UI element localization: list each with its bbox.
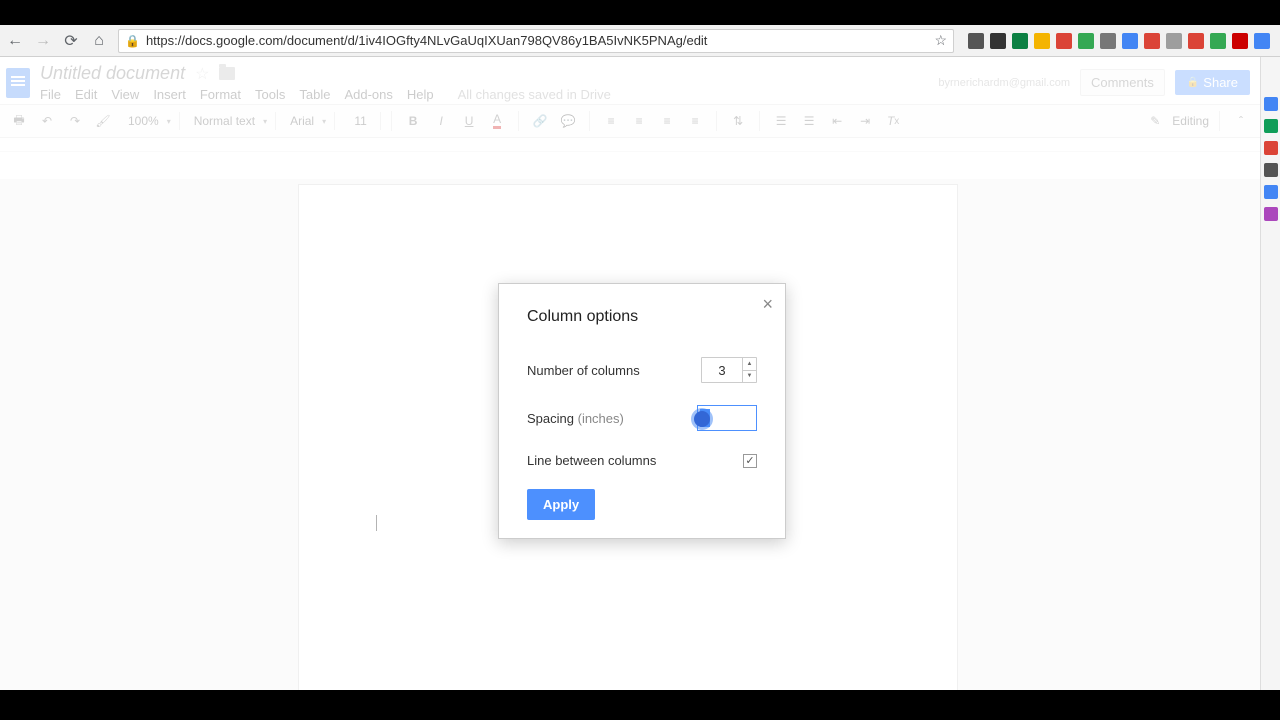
sidepanel-icon-5[interactable]: [1264, 207, 1278, 221]
extension-icon-13[interactable]: [1254, 33, 1270, 49]
spacing-input[interactable]: [697, 405, 757, 431]
extension-icon-12[interactable]: [1232, 33, 1248, 49]
menu-format[interactable]: Format: [200, 87, 241, 102]
stepper-up-icon[interactable]: ▲: [743, 358, 756, 371]
bold-icon[interactable]: B: [402, 110, 424, 132]
indent-icon[interactable]: ⇥: [854, 110, 876, 132]
folder-icon[interactable]: [219, 67, 235, 80]
bookmark-star-icon[interactable]: ☆: [934, 32, 947, 49]
line-between-checkbox[interactable]: ✓: [743, 454, 757, 468]
line-between-label: Line between columns: [527, 453, 656, 468]
text-cursor: [376, 515, 377, 531]
line-spacing-icon[interactable]: ⇅: [727, 110, 749, 132]
paint-format-icon[interactable]: 🖌: [92, 110, 114, 132]
spacing-label: Spacing (inches): [527, 411, 624, 426]
user-email: byrnerichardm@gmail.com: [938, 77, 1070, 89]
forward-button[interactable]: →: [34, 32, 52, 50]
outdent-icon[interactable]: ⇤: [826, 110, 848, 132]
star-icon[interactable]: ☆: [195, 64, 209, 84]
extension-icon-9[interactable]: [1166, 33, 1182, 49]
zoom-select[interactable]: 100%: [120, 112, 180, 130]
num-columns-label: Number of columns: [527, 363, 640, 378]
menu-file[interactable]: File: [40, 87, 61, 102]
bulleted-list-icon[interactable]: ☰: [798, 110, 820, 132]
extension-icon-5[interactable]: [1078, 33, 1094, 49]
menu-help[interactable]: Help: [407, 87, 434, 102]
extension-icon-7[interactable]: [1122, 33, 1138, 49]
docs-logo-icon[interactable]: [6, 68, 30, 98]
num-columns-value: 3: [702, 363, 742, 378]
menu-bar: File Edit View Insert Format Tools Table Add-on…: [40, 85, 611, 102]
share-button[interactable]: 🔒 Share: [1175, 70, 1250, 95]
print-icon[interactable]: 🖶: [8, 110, 30, 132]
ruler: [0, 138, 1260, 152]
spacing-label-text: Spacing: [527, 411, 574, 426]
document-title[interactable]: Untitled document: [40, 63, 185, 84]
extension-icon-3[interactable]: [1034, 33, 1050, 49]
extension-icon-4[interactable]: [1056, 33, 1072, 49]
sidepanel-icon-1[interactable]: [1264, 119, 1278, 133]
menu-view[interactable]: View: [111, 87, 139, 102]
clear-format-icon[interactable]: Tx: [882, 110, 904, 132]
apply-button[interactable]: Apply: [527, 489, 595, 520]
editing-mode[interactable]: Editing: [1172, 114, 1209, 128]
dialog-title: Column options: [499, 284, 785, 340]
extension-icon-8[interactable]: [1144, 33, 1160, 49]
side-panel: [1260, 57, 1280, 690]
stepper-down-icon[interactable]: ▼: [743, 371, 756, 383]
align-center-icon[interactable]: ≡: [628, 110, 650, 132]
num-columns-stepper[interactable]: 3 ▲ ▼: [701, 357, 757, 383]
extension-icon-6[interactable]: [1100, 33, 1116, 49]
close-button[interactable]: ×: [762, 294, 773, 315]
lock-mini-icon: 🔒: [1187, 77, 1199, 88]
extension-icon-11[interactable]: [1210, 33, 1226, 49]
menu-edit[interactable]: Edit: [75, 87, 97, 102]
undo-icon[interactable]: ↶: [36, 110, 58, 132]
collapse-icon[interactable]: ˆ: [1230, 110, 1252, 132]
extension-icon-10[interactable]: [1188, 33, 1204, 49]
comments-button[interactable]: Comments: [1080, 69, 1165, 96]
menu-add-ons[interactable]: Add-ons: [344, 87, 392, 102]
italic-icon[interactable]: I: [430, 110, 452, 132]
reload-button[interactable]: ⟳: [62, 32, 80, 50]
save-status: All changes saved in Drive: [458, 87, 611, 102]
title-bar: Untitled document ☆ File Edit View Insert Fo…: [0, 57, 1260, 104]
browser-chrome: ← → ⟳ ⌂ 🔒 https://docs.google.com/docume…: [0, 25, 1280, 57]
url-text: https://docs.google.com/document/d/1iv4I…: [146, 33, 928, 48]
spacing-unit: (inches): [578, 411, 624, 426]
sidepanel-icon-4[interactable]: [1264, 185, 1278, 199]
menu-table[interactable]: Table: [299, 87, 330, 102]
link-icon[interactable]: 🔗: [529, 110, 551, 132]
underline-icon[interactable]: U: [458, 110, 480, 132]
lock-icon: 🔒: [125, 34, 140, 48]
extension-icon-0[interactable]: [968, 33, 984, 49]
extension-icon-1[interactable]: [990, 33, 1006, 49]
home-button[interactable]: ⌂: [90, 32, 108, 50]
comment-icon[interactable]: 💬: [557, 110, 579, 132]
edit-mode-icon[interactable]: ✎: [1144, 110, 1166, 132]
toolbar: 🖶 ↶ ↷ 🖌 100% Normal text Arial 11 B I U …: [0, 104, 1260, 138]
align-left-icon[interactable]: ≡: [600, 110, 622, 132]
share-label: Share: [1203, 75, 1238, 90]
align-right-icon[interactable]: ≡: [656, 110, 678, 132]
text-color-icon[interactable]: A: [486, 110, 508, 132]
url-bar[interactable]: 🔒 https://docs.google.com/document/d/1iv…: [118, 29, 954, 53]
sidepanel-icon-0[interactable]: [1264, 97, 1278, 111]
style-select[interactable]: Normal text: [186, 112, 276, 130]
column-options-dialog: × Column options Number of columns 3 ▲ ▼…: [498, 283, 786, 539]
menu-tools[interactable]: Tools: [255, 87, 285, 102]
menu-insert[interactable]: Insert: [153, 87, 186, 102]
extension-icon-2[interactable]: [1012, 33, 1028, 49]
font-size[interactable]: 11: [341, 112, 381, 130]
redo-icon[interactable]: ↷: [64, 110, 86, 132]
numbered-list-icon[interactable]: ☰: [770, 110, 792, 132]
extension-icons: [964, 33, 1274, 49]
font-select[interactable]: Arial: [282, 112, 335, 130]
back-button[interactable]: ←: [6, 32, 24, 50]
align-justify-icon[interactable]: ≡: [684, 110, 706, 132]
sidepanel-icon-2[interactable]: [1264, 141, 1278, 155]
sidepanel-icon-3[interactable]: [1264, 163, 1278, 177]
